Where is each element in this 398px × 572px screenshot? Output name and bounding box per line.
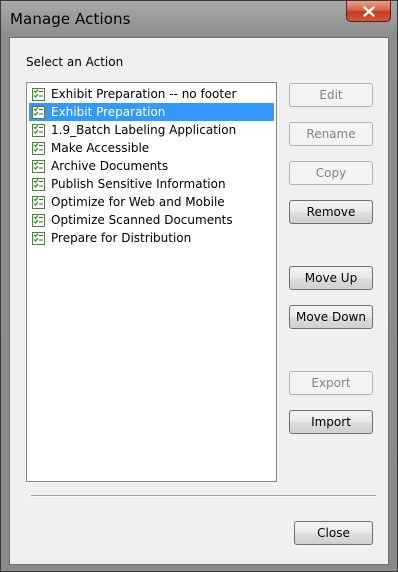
checklist-icon <box>32 123 45 137</box>
move-up-button[interactable]: Move Up <box>289 266 373 290</box>
dialog-body: Select an Action Exhibit Preparation -- … <box>9 37 389 565</box>
divider <box>31 495 376 497</box>
list-item-label: Optimize for Web and Mobile <box>51 195 225 209</box>
list-item-label: Exhibit Preparation -- no footer <box>51 87 237 101</box>
checklist-icon <box>32 213 45 227</box>
checklist-icon <box>32 177 45 191</box>
list-item[interactable]: 1.9_Batch Labeling Application <box>29 121 274 139</box>
checklist-icon <box>32 195 45 209</box>
checklist-icon <box>32 231 45 245</box>
checklist-icon <box>32 159 45 173</box>
list-item-label: Archive Documents <box>51 159 169 173</box>
list-item[interactable]: Publish Sensitive Information <box>29 175 274 193</box>
close-icon <box>362 5 375 17</box>
actions-listbox[interactable]: Exhibit Preparation -- no footer Exhibit… <box>26 82 277 482</box>
select-action-label: Select an Action <box>26 55 124 69</box>
list-item[interactable]: Archive Documents <box>29 157 274 175</box>
list-item-selected[interactable]: Exhibit Preparation <box>29 103 274 121</box>
list-item-label: Optimize Scanned Documents <box>51 213 233 227</box>
title-bar[interactable]: Manage Actions <box>1 1 397 37</box>
window-close-button[interactable] <box>346 1 391 22</box>
copy-button[interactable]: Copy <box>289 161 373 185</box>
list-item[interactable]: Prepare for Distribution <box>29 229 274 247</box>
checklist-icon <box>32 105 45 119</box>
export-button[interactable]: Export <box>289 371 373 395</box>
window-title: Manage Actions <box>10 10 131 28</box>
remove-button[interactable]: Remove <box>289 200 373 224</box>
list-item-label: Prepare for Distribution <box>51 231 192 245</box>
list-item-label: Exhibit Preparation <box>51 105 166 119</box>
list-item-label: Make Accessible <box>51 141 150 155</box>
checklist-icon <box>32 141 45 155</box>
list-item-label: 1.9_Batch Labeling Application <box>51 123 237 137</box>
checklist-icon <box>32 87 45 101</box>
list-item[interactable]: Make Accessible <box>29 139 274 157</box>
edit-button[interactable]: Edit <box>289 83 373 107</box>
close-button[interactable]: Close <box>294 521 373 545</box>
list-item[interactable]: Optimize for Web and Mobile <box>29 193 274 211</box>
list-item-label: Publish Sensitive Information <box>51 177 226 191</box>
list-item[interactable]: Exhibit Preparation -- no footer <box>29 85 274 103</box>
list-item[interactable]: Optimize Scanned Documents <box>29 211 274 229</box>
manage-actions-window: Manage Actions Select an Action Exhibit … <box>0 0 398 572</box>
move-down-button[interactable]: Move Down <box>289 305 373 329</box>
rename-button[interactable]: Rename <box>289 122 373 146</box>
import-button[interactable]: Import <box>289 410 373 434</box>
